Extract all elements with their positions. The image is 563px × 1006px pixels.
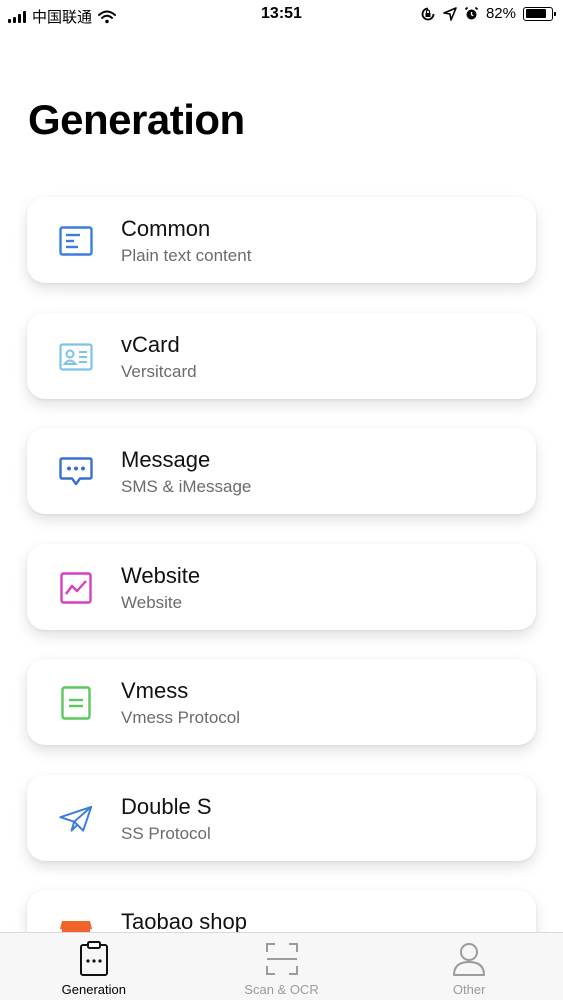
card-title: Website — [121, 562, 201, 588]
tab-scan-ocr[interactable]: Scan & OCR — [188, 933, 376, 1000]
chat-bubble-icon — [59, 455, 93, 489]
card-common[interactable]: Common Plain text content — [27, 197, 536, 283]
card-title: Common — [121, 216, 211, 241]
alarm-icon — [464, 6, 479, 20]
clipboard-icon — [79, 941, 108, 976]
battery-icon — [523, 6, 556, 21]
card-title: vCard — [121, 331, 180, 357]
card-vcard[interactable]: vCard Versitcard — [27, 312, 536, 399]
text-document-icon — [59, 224, 93, 258]
card-title: Double S — [121, 793, 212, 819]
card-website[interactable]: Website Website — [27, 543, 536, 630]
generation-list: Common Plain text content vCard Versitca… — [27, 197, 536, 1006]
card-subtitle: SS Protocol — [121, 823, 211, 843]
document-lines-icon — [59, 686, 93, 720]
tab-generation[interactable]: Generation — [0, 933, 188, 1000]
person-icon — [453, 943, 486, 976]
paper-plane-icon — [59, 802, 93, 836]
status-bar: 中国联通 13:51 82% — [0, 0, 563, 30]
status-right: 82% — [420, 5, 556, 22]
card-message[interactable]: Message SMS & iMessage — [27, 428, 536, 514]
battery-percent: 82% — [485, 5, 516, 22]
card-subtitle: SMS & iMessage — [121, 477, 252, 496]
card-vmess[interactable]: Vmess Vmess Protocol — [27, 659, 536, 745]
tab-label: Other — [452, 982, 486, 997]
contact-card-icon — [59, 340, 93, 374]
card-subtitle: Website — [121, 592, 183, 612]
tab-label: Scan & OCR — [244, 982, 319, 997]
location-arrow-icon — [443, 6, 457, 21]
card-subtitle: Versitcard — [121, 361, 197, 381]
card-double-s[interactable]: Double S SS Protocol — [27, 774, 536, 861]
scan-frame-icon — [265, 943, 298, 975]
orientation-lock-icon — [421, 7, 435, 20]
card-subtitle: Plain text content — [121, 246, 252, 265]
card-title: Vmess — [121, 678, 189, 703]
card-subtitle: Vmess Protocol — [121, 708, 241, 727]
chart-line-icon — [59, 571, 93, 605]
page-title: Generation — [28, 96, 245, 143]
tab-bar: Generation Scan & OCR Other — [0, 932, 563, 1000]
tab-label: Generation — [61, 982, 126, 997]
tab-other[interactable]: Other — [375, 933, 563, 1000]
card-title: Message — [121, 447, 211, 472]
